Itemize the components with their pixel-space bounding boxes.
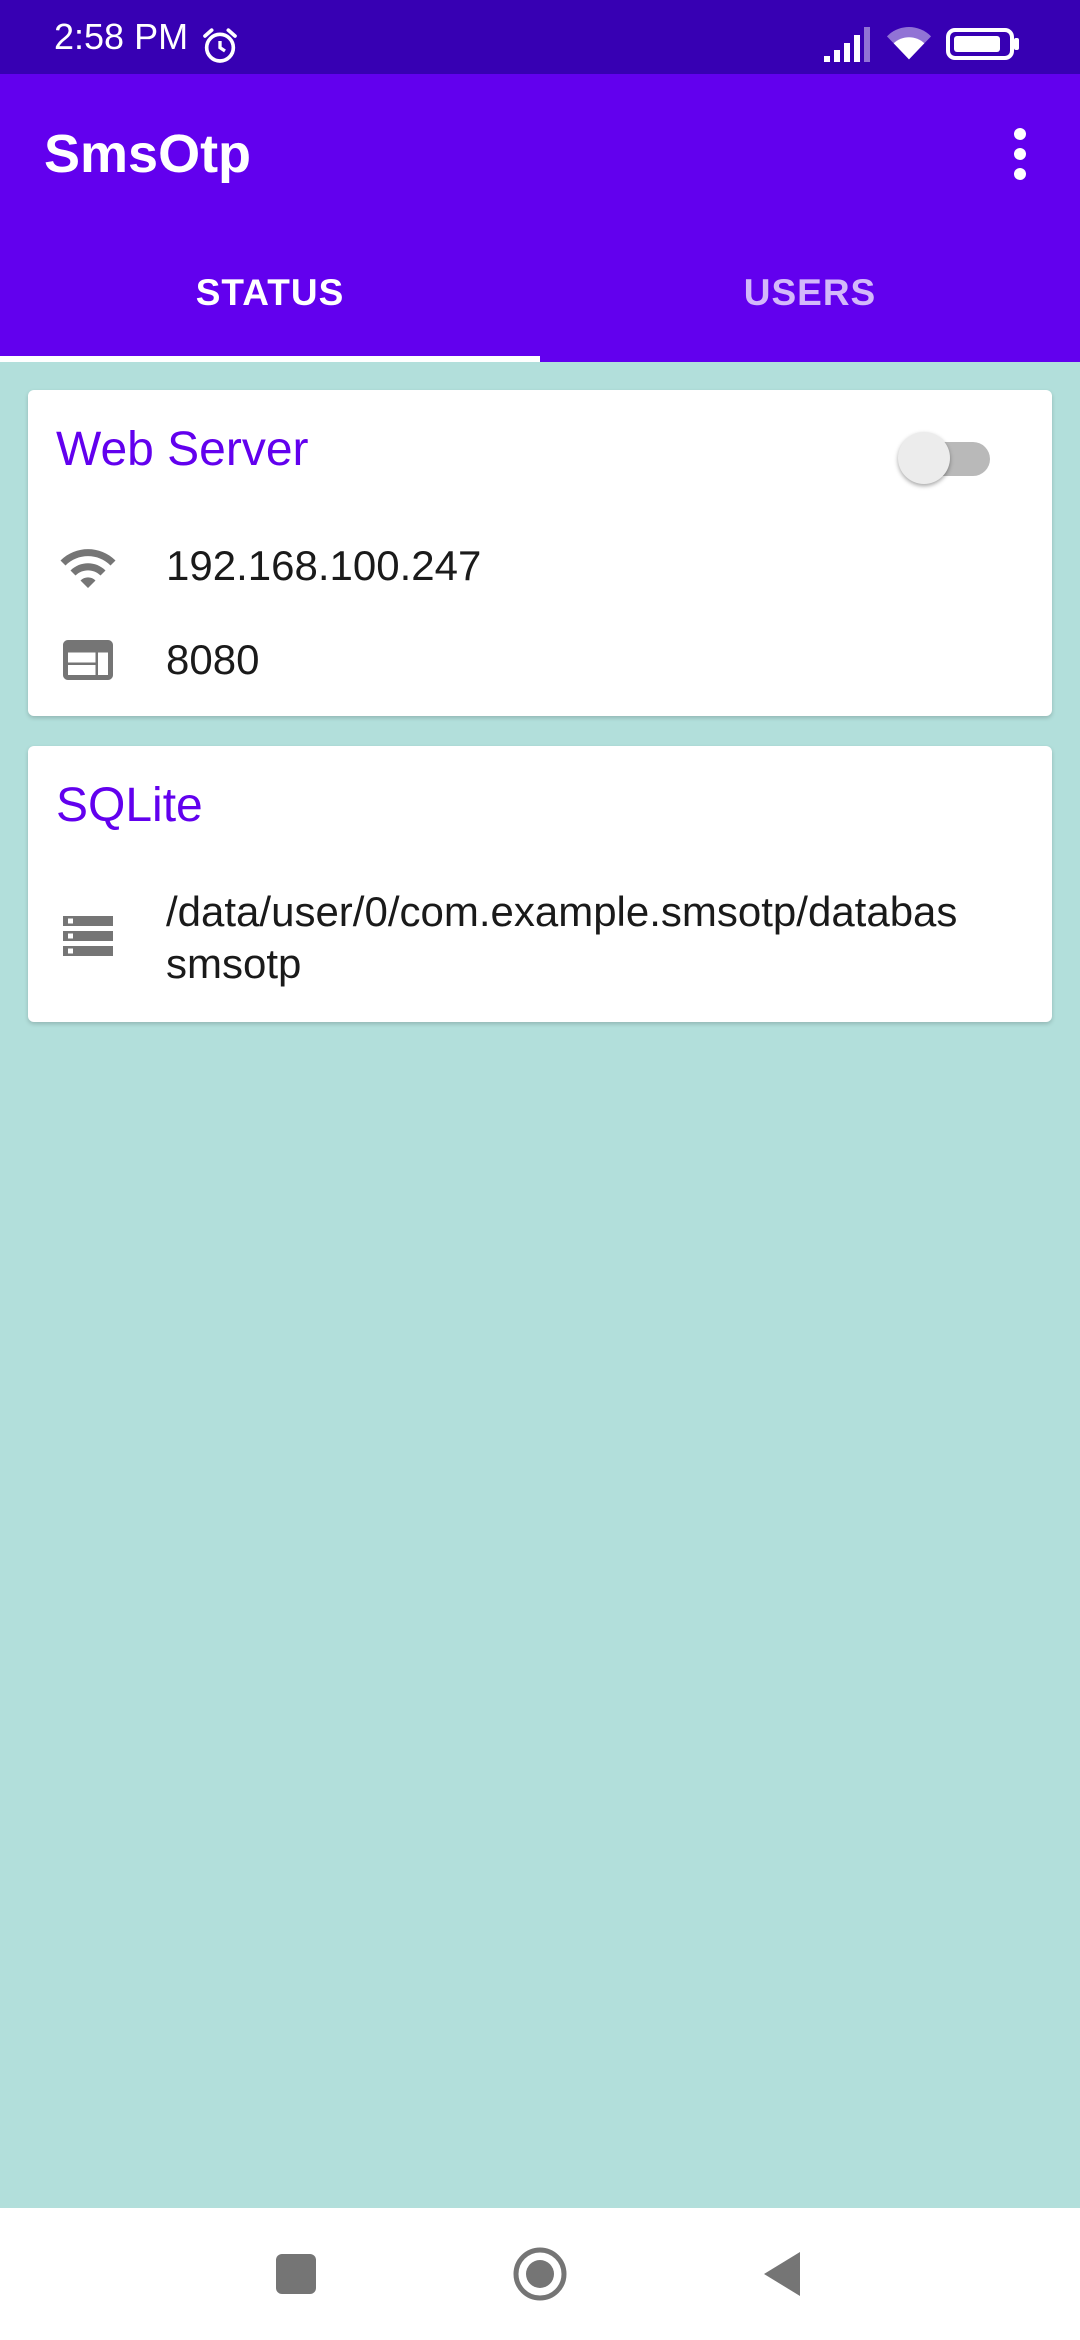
home-icon	[513, 2247, 567, 2301]
back-button[interactable]	[750, 2242, 814, 2306]
recents-button[interactable]	[264, 2242, 328, 2306]
status-bar: 2:58 PM	[0, 0, 1080, 74]
sqlite-card: SQLite /data/user/0/com.example.smsotp/d…	[28, 746, 1052, 1022]
storage-icon	[58, 906, 118, 966]
tab-indicator	[0, 356, 540, 362]
status-time: 2:58 PM	[54, 16, 189, 57]
port-number: 8080	[166, 636, 260, 683]
alarm-icon	[200, 26, 240, 66]
web-server-title: Web Server	[56, 423, 309, 476]
app-title: SmsOtp	[44, 124, 252, 184]
more-vert-icon	[1014, 128, 1026, 180]
sqlite-title: SQLite	[56, 779, 203, 832]
toggle-thumb	[898, 432, 950, 484]
tab-users[interactable]: USERS	[540, 218, 1080, 362]
web-icon	[58, 630, 118, 690]
ip-address: 192.168.100.247	[166, 542, 482, 589]
tab-bar: STATUS USERS	[0, 218, 1080, 362]
database-path: /data/user/0/com.example.smsotp/databas …	[166, 886, 1026, 990]
back-icon	[764, 2252, 800, 2296]
wifi-icon	[58, 538, 118, 598]
overflow-menu-button[interactable]	[980, 114, 1060, 194]
recents-icon	[276, 2254, 316, 2294]
database-path-line2: smsotp	[166, 940, 302, 987]
web-server-card: Web Server 192.168.100.247 8080	[28, 390, 1052, 716]
status-icons	[822, 24, 1022, 64]
tab-status[interactable]: STATUS	[0, 218, 540, 362]
app-bar: SmsOtp STATUS USERS	[0, 74, 1080, 362]
database-path-line1: /data/user/0/com.example.smsotp/databas	[166, 888, 958, 935]
web-server-toggle[interactable]	[896, 424, 996, 488]
navigation-bar	[0, 2208, 1080, 2340]
home-button[interactable]	[508, 2242, 572, 2306]
